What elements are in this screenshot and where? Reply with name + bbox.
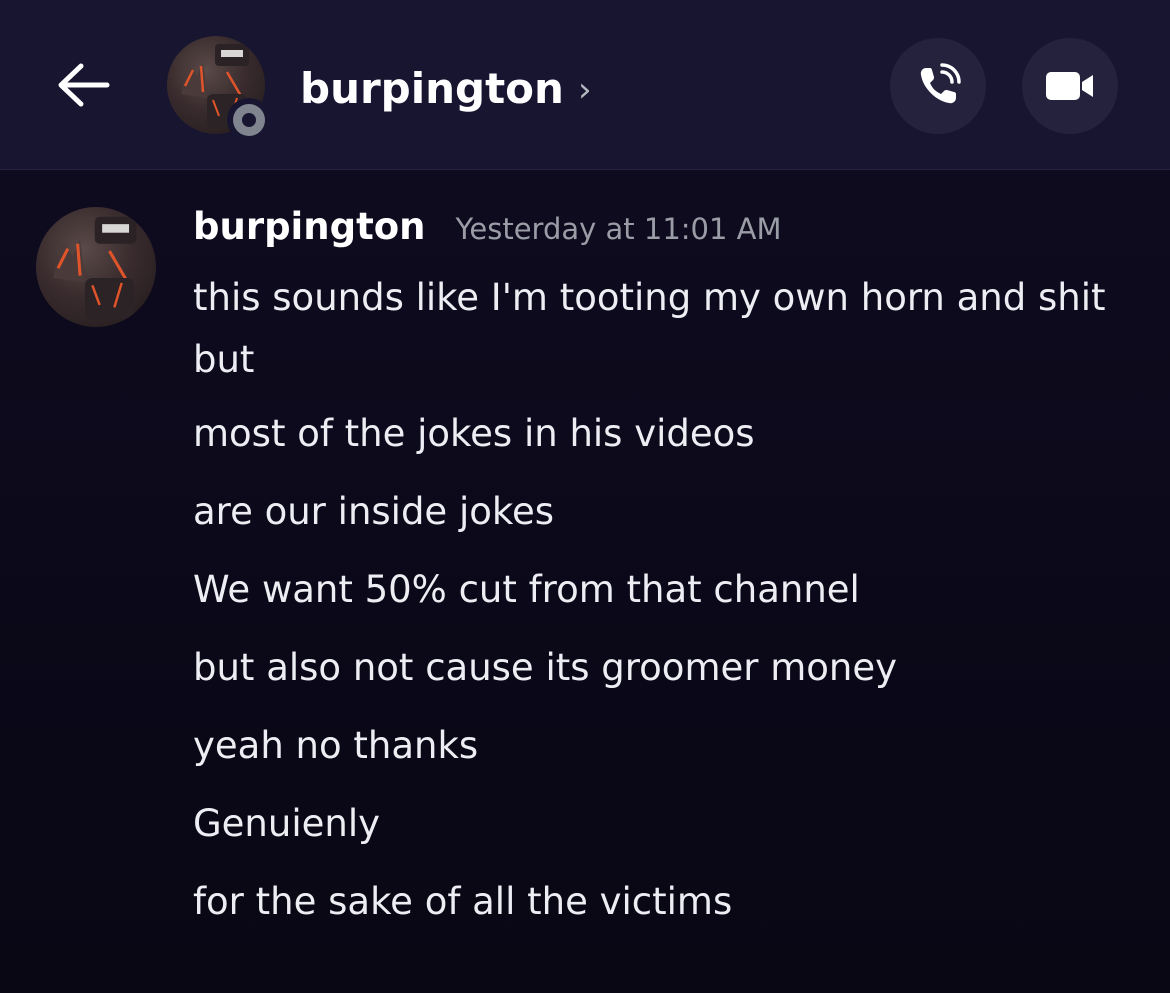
status-indicator	[227, 98, 271, 142]
chevron-right-icon: ›	[577, 70, 592, 110]
back-button[interactable]	[50, 52, 116, 118]
message-line[interactable]: most of the jokes in his videos	[193, 403, 1143, 465]
video-camera-icon	[1046, 72, 1093, 100]
video-call-button[interactable]	[1022, 38, 1118, 134]
message-line[interactable]: Genuienly	[193, 793, 1143, 855]
message-line[interactable]: yeah no thanks	[193, 715, 1143, 777]
voice-call-button[interactable]	[890, 38, 986, 134]
header-title[interactable]: burpington ›	[300, 58, 592, 118]
message-line[interactable]: this sounds like I'm tooting my own horn…	[193, 267, 1143, 391]
phone-icon	[920, 63, 961, 104]
message-header: burpington Yesterday at 11:01 AM	[193, 205, 782, 248]
arrow-left-icon	[58, 63, 110, 107]
message-timestamp: Yesterday at 11:01 AM	[455, 212, 782, 246]
message-line[interactable]: for the sake of all the victims	[193, 871, 1143, 933]
avatar-art	[53, 216, 137, 320]
message-avatar[interactable]	[36, 207, 156, 327]
message-line[interactable]: We want 50% cut from that channel	[193, 559, 1143, 621]
message-content: this sounds like I'm tooting my own horn…	[193, 267, 1143, 949]
avatar	[36, 207, 156, 327]
message-line[interactable]: but also not cause its groomer money	[193, 637, 1143, 699]
header-username: burpington	[300, 63, 564, 113]
dm-header: burpington ›	[0, 0, 1170, 170]
message-author[interactable]: burpington	[193, 205, 426, 248]
header-avatar[interactable]	[167, 36, 271, 142]
message-line[interactable]: are our inside jokes	[193, 481, 1143, 543]
dm-screen: burpington › burpington Yesterday at 11:…	[0, 0, 1170, 993]
